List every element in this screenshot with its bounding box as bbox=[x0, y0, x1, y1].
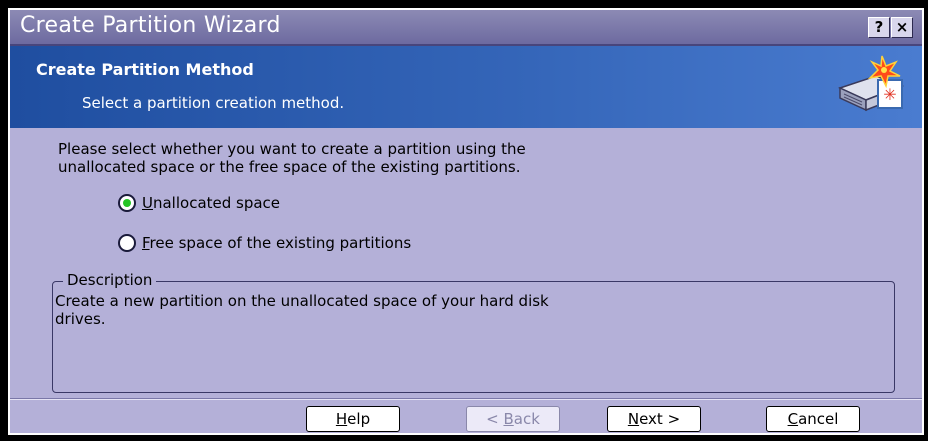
title-bar[interactable]: Create Partition Wizard ? × bbox=[10, 10, 922, 46]
close-icon[interactable]: × bbox=[891, 17, 913, 38]
help-icon[interactable]: ? bbox=[868, 17, 890, 38]
radio-button-checked[interactable] bbox=[118, 194, 136, 212]
wizard-dialog: Create Partition Wizard ? × Create Parti… bbox=[8, 8, 924, 435]
instruction-line-2: unallocated space or the free space of t… bbox=[58, 158, 521, 176]
radio-free-space[interactable]: Free space of the existing partitions bbox=[118, 232, 411, 254]
wizard-header: Create Partition Method Select a partiti… bbox=[10, 46, 922, 128]
description-line-1: Create a new partition on the unallocate… bbox=[55, 292, 549, 310]
radio-label-unallocated[interactable]: Unallocated space bbox=[142, 194, 280, 212]
radio-button-unchecked[interactable] bbox=[118, 234, 136, 252]
partition-wizard-icon: ✳ bbox=[837, 55, 905, 112]
window-title: Create Partition Wizard bbox=[20, 13, 281, 38]
description-legend: Description bbox=[63, 271, 157, 289]
instruction-line-1: Please select whether you want to create… bbox=[58, 140, 526, 158]
header-subtitle: Select a partition creation method. bbox=[82, 94, 345, 112]
back-button[interactable]: < Back bbox=[466, 406, 560, 432]
wizard-body: Please select whether you want to create… bbox=[10, 128, 922, 398]
button-separator bbox=[10, 398, 922, 400]
svg-text:✳: ✳ bbox=[883, 85, 896, 104]
description-groupbox: Description Create a new partition on th… bbox=[52, 271, 895, 393]
instruction-text: Please select whether you want to create… bbox=[58, 140, 858, 176]
next-button[interactable]: Next > bbox=[607, 406, 701, 432]
header-title: Create Partition Method bbox=[36, 60, 254, 79]
screenshot-background: Create Partition Wizard ? × Create Parti… bbox=[0, 0, 928, 441]
radio-unallocated-space[interactable]: Unallocated space bbox=[118, 192, 280, 214]
radio-label-free-space[interactable]: Free space of the existing partitions bbox=[142, 234, 411, 252]
description-line-2: drives. bbox=[55, 310, 106, 328]
description-text: Create a new partition on the unallocate… bbox=[55, 292, 855, 328]
cancel-button[interactable]: Cancel bbox=[766, 406, 860, 432]
help-button[interactable]: Help bbox=[306, 406, 400, 432]
